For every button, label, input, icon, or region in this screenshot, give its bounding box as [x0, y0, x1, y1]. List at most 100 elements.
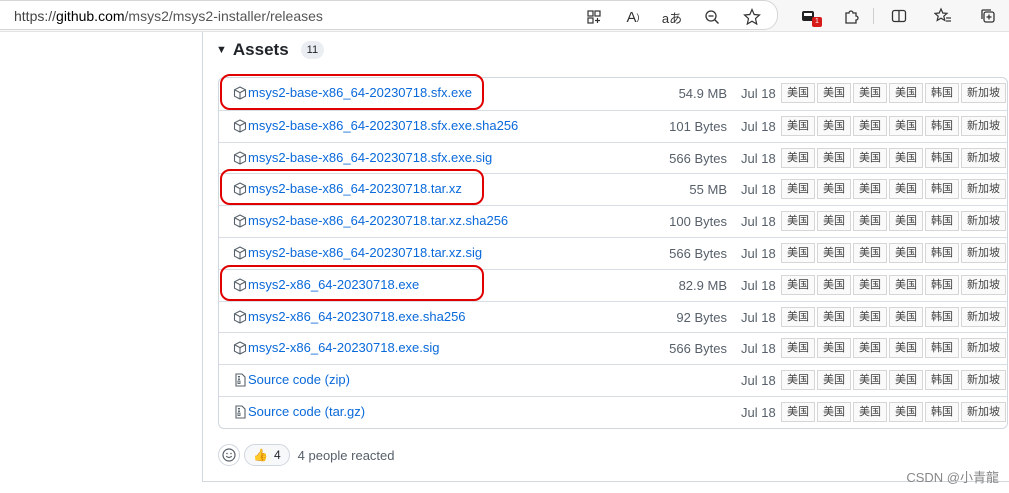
mirror-button[interactable]: 新加坡: [961, 401, 1006, 422]
read-aloud-icon[interactable]: A): [622, 6, 644, 28]
asset-link[interactable]: msys2-base-x86_64-20230718.tar.xz.sig: [248, 245, 482, 260]
mirror-button[interactable]: 美国: [853, 274, 887, 295]
mirror-button[interactable]: 美国: [889, 179, 923, 200]
assets-header[interactable]: ▼ Assets 11: [216, 40, 325, 60]
mirror-button[interactable]: 美国: [781, 211, 815, 232]
reactions-summary: 4 people reacted: [297, 447, 395, 463]
mirror-button[interactable]: 美国: [781, 401, 815, 422]
mirror-button[interactable]: 韩国: [925, 211, 959, 232]
package-icon: [233, 341, 248, 356]
mirror-button[interactable]: 美国: [889, 274, 923, 295]
asset-link[interactable]: msys2-base-x86_64-20230718.tar.xz: [248, 181, 462, 196]
mirror-button[interactable]: 美国: [781, 147, 815, 168]
asset-link[interactable]: msys2-base-x86_64-20230718.sfx.exe: [248, 85, 472, 100]
mirror-button[interactable]: 美国: [817, 401, 851, 422]
mirror-button[interactable]: 韩国: [925, 370, 959, 391]
mirror-button[interactable]: 美国: [817, 370, 851, 391]
mirror-button[interactable]: 新加坡: [961, 115, 1006, 136]
mirror-button[interactable]: 美国: [853, 242, 887, 263]
mirror-button[interactable]: 美国: [781, 338, 815, 359]
mirror-button[interactable]: 新加坡: [961, 306, 1006, 327]
add-reaction-button[interactable]: [218, 444, 240, 466]
mirror-button[interactable]: 新加坡: [961, 338, 1006, 359]
mirror-button[interactable]: 美国: [853, 83, 887, 103]
asset-size: 101 Bytes: [669, 118, 727, 134]
asset-link[interactable]: msys2-x86_64-20230718.exe.sig: [248, 340, 440, 355]
mirror-button[interactable]: 韩国: [925, 179, 959, 200]
mirror-button[interactable]: 美国: [817, 274, 851, 295]
thumbs-up-reaction[interactable]: 👍 4: [244, 444, 290, 466]
asset-link[interactable]: msys2-base-x86_64-20230718.sfx.exe.sha25…: [248, 118, 518, 133]
asset-link[interactable]: msys2-x86_64-20230718.exe: [248, 277, 419, 292]
mirror-button[interactable]: 美国: [889, 115, 923, 136]
mirror-button[interactable]: 美国: [889, 83, 923, 103]
mirror-button[interactable]: 美国: [889, 242, 923, 263]
mirror-button[interactable]: 美国: [889, 147, 923, 168]
mirror-button[interactable]: 美国: [817, 83, 851, 103]
mirror-button[interactable]: 美国: [889, 211, 923, 232]
asset-date: Jul 18: [741, 150, 776, 166]
mirror-button[interactable]: 美国: [817, 242, 851, 263]
asset-link[interactable]: Source code (zip): [248, 372, 350, 387]
mirror-button[interactable]: 美国: [853, 338, 887, 359]
mirror-button[interactable]: 美国: [853, 401, 887, 422]
split-screen-icon[interactable]: [888, 5, 910, 27]
caret-down-icon[interactable]: ▼: [216, 44, 227, 56]
mirror-button[interactable]: 新加坡: [961, 179, 1006, 200]
mirror-button[interactable]: 美国: [889, 370, 923, 391]
mirror-button[interactable]: 韩国: [925, 274, 959, 295]
mirror-button[interactable]: 美国: [853, 179, 887, 200]
extension-badge-icon[interactable]: 1: [797, 5, 822, 27]
asset-name: msys2-base-x86_64-20230718.sfx.exe.sig: [248, 149, 493, 165]
zoom-icon[interactable]: [701, 6, 723, 28]
mirror-button[interactable]: 美国: [781, 179, 815, 200]
mirror-button[interactable]: 美国: [781, 306, 815, 327]
mirror-button[interactable]: 美国: [781, 274, 815, 295]
mirror-button[interactable]: 韩国: [925, 242, 959, 263]
favorite-icon[interactable]: [741, 6, 763, 28]
mirror-button[interactable]: 美国: [889, 401, 923, 422]
address-bar[interactable]: https://github.com/msys2/msys2-installer…: [0, 0, 778, 30]
mirror-button[interactable]: 新加坡: [961, 274, 1006, 295]
toolbar-separator: [873, 8, 874, 24]
mirror-button[interactable]: 美国: [817, 115, 851, 136]
mirror-button[interactable]: 美国: [781, 370, 815, 391]
mirror-button[interactable]: 美国: [853, 115, 887, 136]
mirror-button[interactable]: 韩国: [925, 338, 959, 359]
favorites-list-icon[interactable]: [932, 5, 954, 27]
translate-icon[interactable]: aあ: [661, 6, 683, 28]
mirror-button[interactable]: 美国: [781, 242, 815, 263]
mirror-button[interactable]: 美国: [889, 338, 923, 359]
mirror-button[interactable]: 韩国: [925, 306, 959, 327]
mirror-button[interactable]: 新加坡: [961, 83, 1006, 103]
asset-name: msys2-x86_64-20230718.exe.sig: [248, 340, 440, 356]
mirror-button[interactable]: 美国: [853, 306, 887, 327]
asset-link[interactable]: msys2-base-x86_64-20230718.tar.xz.sha256: [248, 213, 508, 228]
mirror-button[interactable]: 韩国: [925, 147, 959, 168]
mirror-button[interactable]: 新加坡: [961, 147, 1006, 168]
puzzle-icon[interactable]: [840, 5, 862, 27]
asset-link[interactable]: msys2-base-x86_64-20230718.sfx.exe.sig: [248, 150, 492, 165]
mirror-button[interactable]: 韩国: [925, 83, 959, 103]
mirror-button[interactable]: 美国: [853, 211, 887, 232]
collections-icon[interactable]: [977, 5, 999, 27]
mirror-button[interactable]: 美国: [817, 147, 851, 168]
mirror-button[interactable]: 美国: [817, 179, 851, 200]
mirror-button[interactable]: 新加坡: [961, 211, 1006, 232]
grid-icon[interactable]: [583, 6, 605, 28]
mirror-button[interactable]: 美国: [781, 115, 815, 136]
mirror-button[interactable]: 美国: [781, 83, 815, 103]
mirror-button[interactable]: 美国: [817, 338, 851, 359]
mirror-button[interactable]: 新加坡: [961, 242, 1006, 263]
mirror-button[interactable]: 美国: [817, 211, 851, 232]
mirror-button[interactable]: 美国: [889, 306, 923, 327]
url-text[interactable]: https://github.com/msys2/msys2-installer…: [14, 8, 323, 24]
mirror-button[interactable]: 韩国: [925, 115, 959, 136]
mirror-button[interactable]: 美国: [853, 370, 887, 391]
asset-link[interactable]: Source code (tar.gz): [248, 404, 365, 419]
mirror-button[interactable]: 美国: [853, 147, 887, 168]
mirror-button[interactable]: 美国: [817, 306, 851, 327]
mirror-button[interactable]: 新加坡: [961, 370, 1006, 391]
asset-link[interactable]: msys2-x86_64-20230718.exe.sha256: [248, 309, 466, 324]
mirror-button[interactable]: 韩国: [925, 401, 959, 422]
